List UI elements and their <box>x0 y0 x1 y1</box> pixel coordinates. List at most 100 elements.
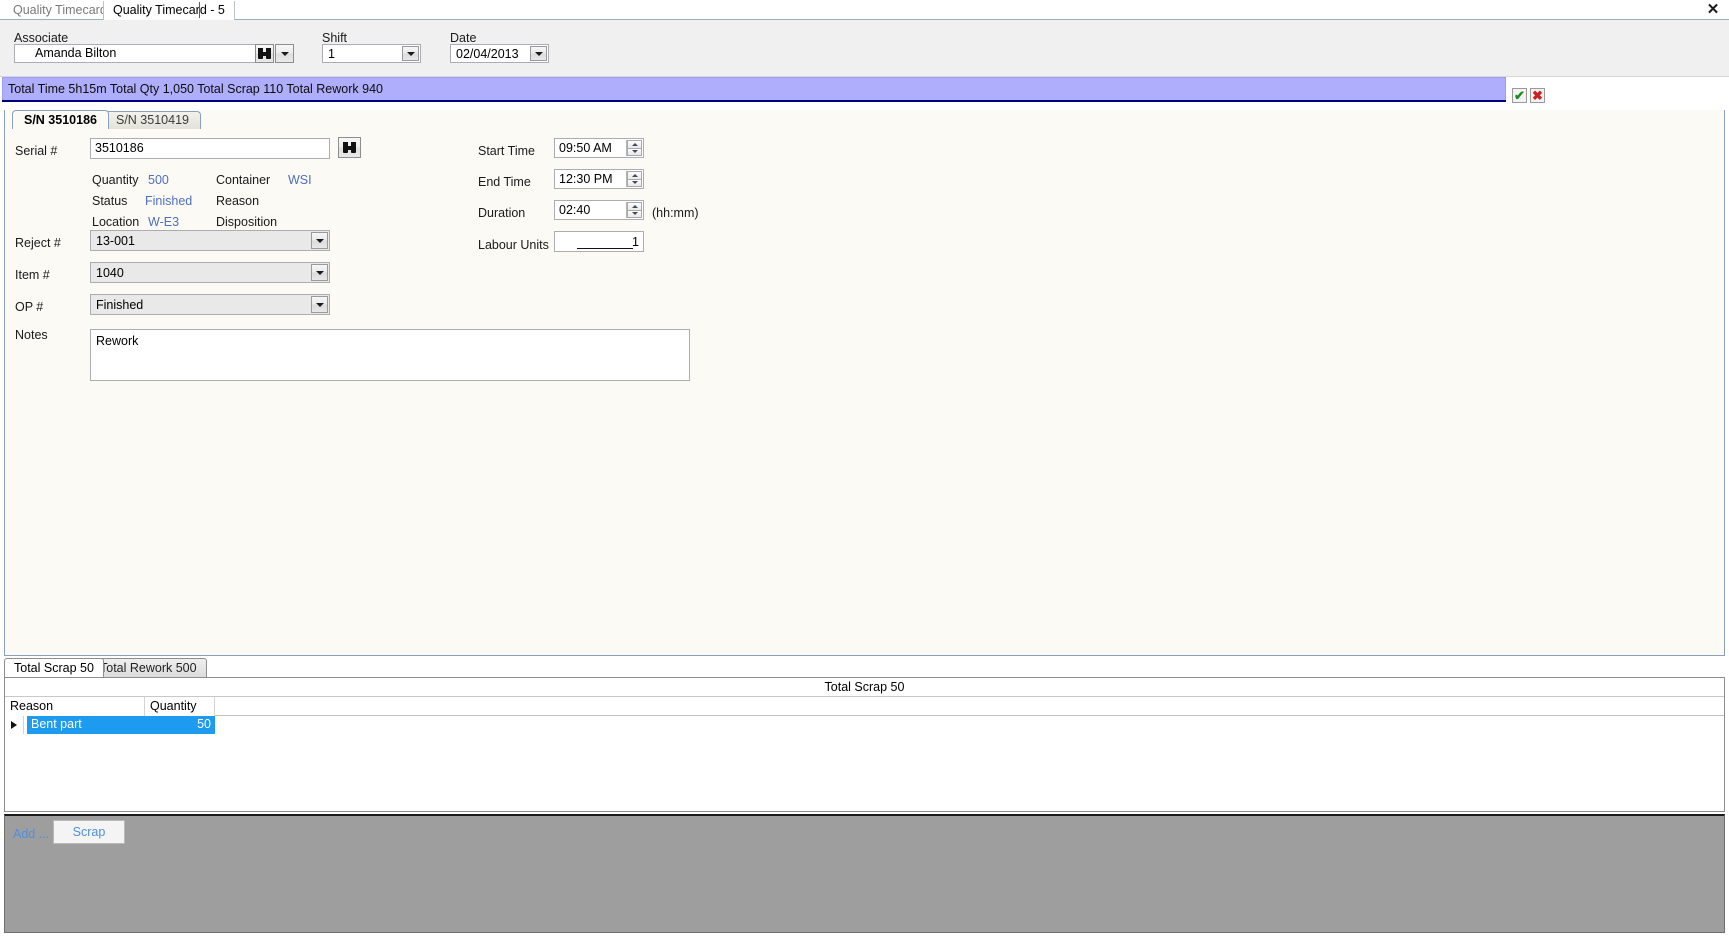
end-time-input[interactable]: 12:30 PM <box>554 169 644 189</box>
start-time-label: Start Time <box>478 144 535 158</box>
binoculars-icon <box>257 48 272 59</box>
associate-search-button[interactable] <box>255 44 274 63</box>
location-value: W-E3 <box>148 215 180 229</box>
cell-quantity[interactable]: 50 <box>145 716 215 734</box>
end-time-spinner[interactable] <box>626 171 642 187</box>
op-value: Finished <box>96 297 144 312</box>
shift-label: Shift <box>322 31 348 45</box>
disposition-label: Disposition <box>216 215 278 229</box>
reject-dropdown-button[interactable] <box>311 232 328 249</box>
item-value: 1040 <box>96 265 124 280</box>
reject-value: 13-001 <box>96 233 135 248</box>
column-header-reason[interactable]: Reason <box>5 697 145 716</box>
quantity-label: Quantity <box>92 173 139 187</box>
labour-units-input[interactable]: 1 <box>554 231 644 252</box>
item-select[interactable]: 1040 <box>90 262 330 283</box>
tab-total-scrap[interactable]: Total Scrap 50 <box>4 658 104 677</box>
start-time-increment[interactable] <box>627 140 642 148</box>
close-icon[interactable]: ✕ <box>1705 2 1721 18</box>
labour-units-underline <box>577 248 633 249</box>
associate-label: Associate <box>14 31 69 45</box>
end-time-increment[interactable] <box>627 171 642 179</box>
chevron-down-icon <box>280 51 289 56</box>
shift-dropdown-button[interactable] <box>402 46 419 61</box>
close-x-icon: ✖ <box>1532 88 1543 103</box>
footer-toolbar: Add ... Scrap <box>4 814 1725 933</box>
scrap-button[interactable]: Scrap <box>53 820 125 844</box>
container-value: WSI <box>288 173 312 187</box>
binoculars-icon <box>342 142 357 153</box>
status-value: Finished <box>145 194 193 208</box>
serial-search-button[interactable] <box>338 137 361 158</box>
duration-input[interactable]: 02:40 <box>554 200 644 220</box>
op-select[interactable]: Finished <box>90 294 330 315</box>
grid-header-row: Reason Quantity <box>5 697 1724 716</box>
row-selector[interactable] <box>5 716 24 734</box>
notes-textarea[interactable]: Rework <box>90 329 690 381</box>
labour-units-value: 1 <box>632 235 639 249</box>
notes-label: Notes <box>15 328 48 342</box>
quality-timecard-window: Quality Timecards Quality Timecard - 5 ✕… <box>0 0 1729 937</box>
labour-units-label: Labour Units <box>478 238 549 252</box>
column-header-quantity[interactable]: Quantity <box>145 697 215 716</box>
start-time-decrement[interactable] <box>627 147 642 156</box>
date-dropdown-button[interactable] <box>530 46 547 61</box>
start-time-value: 09:50 AM <box>559 140 612 155</box>
shift-select[interactable]: 1 <box>322 44 421 63</box>
date-label: Date <box>450 31 477 45</box>
check-icon: ✔ <box>1514 88 1525 103</box>
filter-bar: Associate Amanda Bilton Shift 1 Date 02/… <box>0 20 1729 77</box>
associate-dropdown-button[interactable] <box>275 44 294 63</box>
chevron-down-icon <box>315 238 324 243</box>
chevron-down-icon <box>534 51 543 56</box>
table-row[interactable]: Bent part 50 <box>5 716 1724 734</box>
duration-label: Duration <box>478 206 526 220</box>
date-picker[interactable]: 02/04/2013 <box>450 44 549 63</box>
cancel-button[interactable]: ✖ <box>1530 88 1545 103</box>
chevron-down-icon <box>315 270 324 275</box>
tab-quality-timecard-5[interactable]: Quality Timecard - 5 <box>103 1 235 20</box>
item-label: Item # <box>15 268 50 282</box>
end-time-label: End Time <box>478 175 531 189</box>
duration-increment[interactable] <box>627 202 642 210</box>
start-time-spinner[interactable] <box>626 140 642 156</box>
cell-reason[interactable]: Bent part <box>27 716 145 734</box>
scrap-grid-panel: Total Scrap 50 Reason Quantity Bent part… <box>4 677 1725 812</box>
op-dropdown-button[interactable] <box>311 296 328 313</box>
end-time-value: 12:30 PM <box>559 171 613 186</box>
duration-value: 02:40 <box>559 202 591 217</box>
chevron-down-icon <box>406 51 415 56</box>
status-label: Status <box>92 194 128 208</box>
add-label[interactable]: Add ... <box>13 827 49 841</box>
window-tab-strip: Quality Timecards Quality Timecard - 5 ✕ <box>0 0 1729 20</box>
serial-tab-3510186[interactable]: S/N 3510186 <box>12 110 109 129</box>
duration-format-hint: (hh:mm) <box>652 206 699 220</box>
end-time-decrement[interactable] <box>627 178 642 187</box>
serial-tab-3510419[interactable]: S/N 3510419 <box>104 111 201 129</box>
accept-button[interactable]: ✔ <box>1512 88 1527 103</box>
grid-title: Total Scrap 50 <box>5 678 1724 697</box>
quantity-value: 500 <box>148 173 169 187</box>
item-dropdown-button[interactable] <box>311 264 328 281</box>
serial-detail-panel: Serial # 3510186 Quantity 500 Container … <box>4 110 1725 656</box>
tab-total-rework[interactable]: Total Rework 500 <box>90 658 207 677</box>
row-arrow-icon <box>11 721 17 729</box>
chevron-down-icon <box>315 302 324 307</box>
associate-input[interactable]: Amanda Bilton <box>14 44 264 63</box>
shift-value: 1 <box>328 46 335 61</box>
serial-label: Serial # <box>15 144 58 158</box>
reject-label: Reject # <box>15 236 61 250</box>
reason-label: Reason <box>216 194 260 208</box>
reject-select[interactable]: 13-001 <box>90 230 330 251</box>
totals-summary-banner: Total Time 5h15m Total Qty 1,050 Total S… <box>2 77 1506 101</box>
tab-caret <box>199 2 200 18</box>
serial-input[interactable]: 3510186 <box>90 138 330 159</box>
start-time-input[interactable]: 09:50 AM <box>554 138 644 158</box>
duration-decrement[interactable] <box>627 209 642 218</box>
location-label: Location <box>92 215 140 229</box>
summary-underline <box>2 100 1506 102</box>
container-label: Container <box>216 173 271 187</box>
op-label: OP # <box>15 300 44 314</box>
date-value: 02/04/2013 <box>456 46 519 61</box>
duration-spinner[interactable] <box>626 202 642 218</box>
